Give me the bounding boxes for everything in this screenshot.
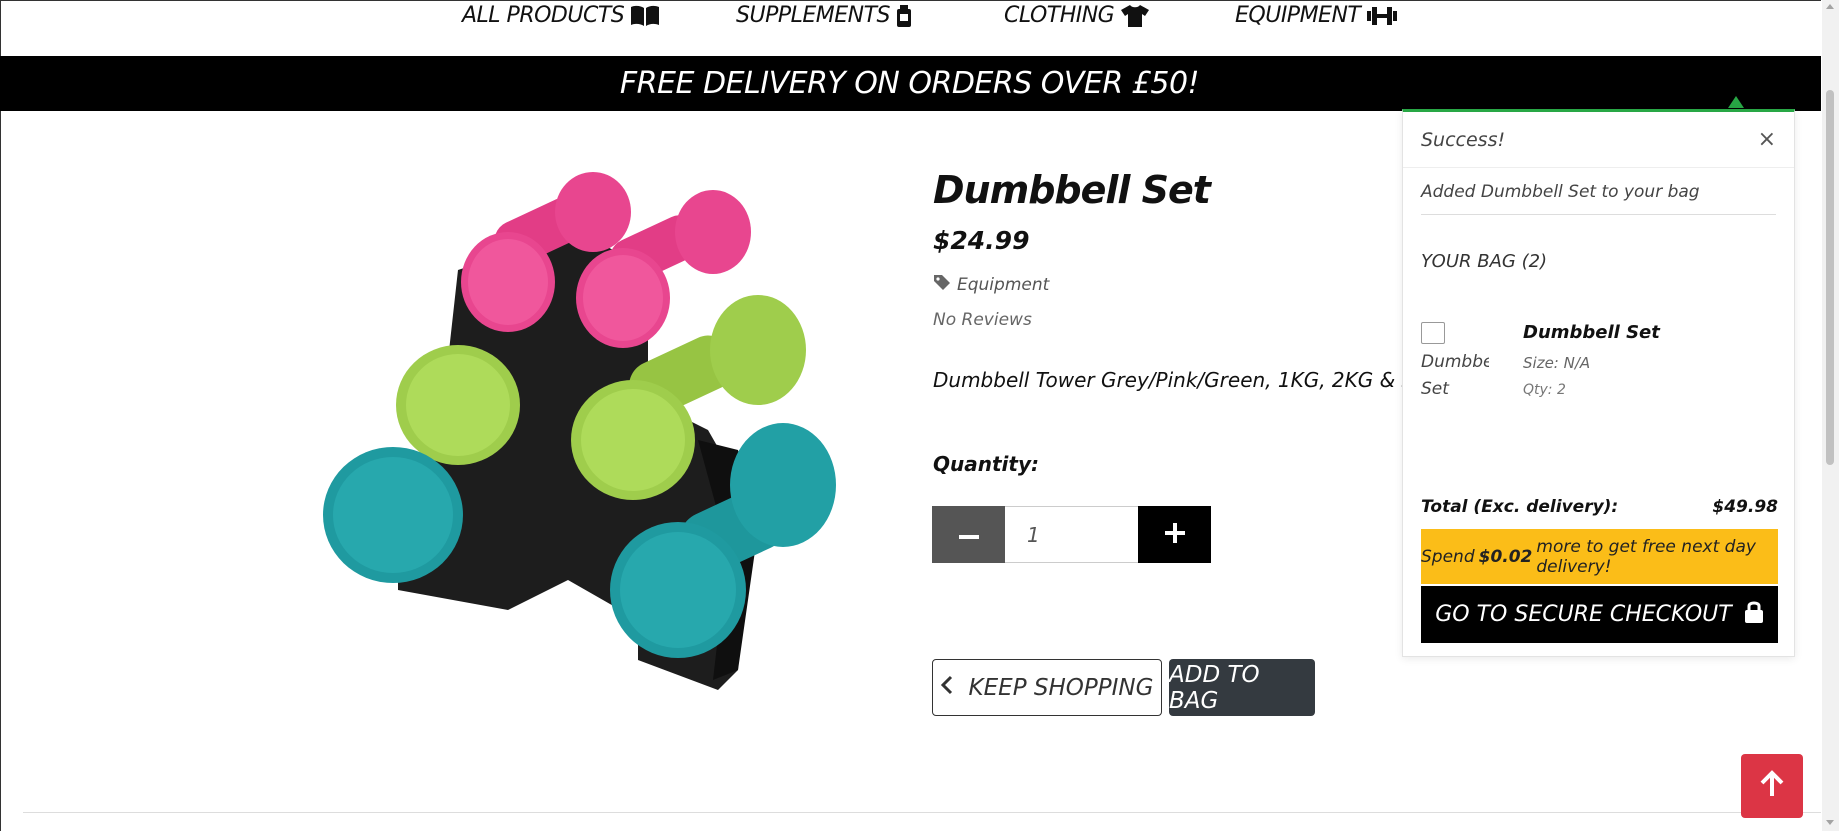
dumbbell-icon (1366, 5, 1398, 27)
free-delivery-notice: Spend $0.02 more to get free next day de… (1421, 529, 1778, 584)
product-image (318, 150, 898, 710)
keep-shopping-label: KEEP SHOPPING (968, 674, 1154, 701)
back-to-top-button[interactable] (1741, 754, 1803, 818)
nav-item-label: ALL PRODUCTS (462, 3, 625, 28)
quantity-input[interactable] (1005, 506, 1138, 563)
toast-message: Added Dumbbell Set to your bag (1421, 182, 1776, 215)
arrow-up-icon (1759, 770, 1785, 802)
bottle-icon (896, 4, 912, 28)
bag-item: Dumbbell Set Dumbbell Set Size: N/A Qty:… (1421, 322, 1781, 412)
scroll-up-arrow-icon[interactable] (1826, 4, 1834, 9)
nav-item-equipment[interactable]: EQUIPMENT (1235, 3, 1398, 28)
divider (23, 812, 1821, 813)
bag-item-name: Dumbbell Set (1523, 322, 1660, 343)
page-left-border (0, 111, 1, 831)
scroll-thumb[interactable] (1826, 90, 1834, 465)
nav-item-label: CLOTHING (1004, 3, 1115, 28)
bag-total: Total (Exc. delivery): $49.98 (1421, 497, 1778, 517)
decrement-button[interactable] (932, 506, 1005, 563)
bag-item-size: Size: N/A (1523, 354, 1591, 372)
add-to-bag-label: ADD TO BAG (1169, 661, 1260, 714)
success-toast: Success! × Added Dumbbell Set to your ba… (1402, 109, 1795, 657)
spend-post: more to get free next day delivery! (1536, 536, 1756, 577)
product-category[interactable]: Equipment (933, 274, 1049, 295)
top-nav: ALL PRODUCTS SUPPLEMENTS CLOTHING EQUIPM… (0, 0, 1821, 56)
quantity-stepper (932, 506, 1211, 563)
category-label: Equipment (957, 274, 1050, 295)
nav-item-clothing[interactable]: CLOTHING (1004, 3, 1150, 28)
scroll-down-arrow-icon[interactable] (1826, 820, 1834, 825)
lock-icon (1744, 600, 1764, 630)
quantity-label: Quantity: (933, 452, 1039, 476)
checkout-label: GO TO SECURE CHECKOUT (1435, 602, 1732, 627)
tshirt-icon (1120, 4, 1150, 28)
nav-item-label: SUPPLEMENTS (736, 3, 891, 28)
banner-text: FREE DELIVERY ON ORDERS OVER £50! (619, 66, 1200, 101)
nav-item-all-products[interactable]: ALL PRODUCTS (462, 3, 660, 28)
bag-item-image: Dumbbell Set (1421, 322, 1489, 412)
bag-item-image-alt: Dumbbell Set (1421, 352, 1489, 400)
product-title: Dumbbell Set (933, 168, 1211, 212)
total-label: Total (Exc. delivery): (1421, 497, 1619, 517)
nav-item-supplements[interactable]: SUPPLEMENTS (736, 3, 912, 28)
product-reviews: No Reviews (933, 310, 1032, 330)
scrollbar[interactable] (1822, 0, 1839, 831)
bag-heading: YOUR BAG (2) (1421, 251, 1548, 272)
toast-arrow (1728, 96, 1744, 108)
free-delivery-banner: FREE DELIVERY ON ORDERS OVER £50! (0, 56, 1821, 111)
add-to-bag-button[interactable]: ADD TO BAG (1169, 659, 1315, 716)
total-value: $49.98 (1712, 497, 1778, 517)
bag-item-qty: Qty: 2 (1523, 382, 1566, 398)
broken-image-icon (1421, 322, 1445, 344)
book-open-icon (630, 5, 660, 27)
toast-title: Success! (1421, 128, 1506, 151)
spend-amount: $0.02 (1478, 546, 1533, 567)
increment-button[interactable] (1138, 506, 1211, 563)
toast-header: Success! × (1403, 112, 1794, 168)
chevron-left-icon (940, 675, 953, 701)
tag-icon (933, 274, 951, 295)
plus-icon (1164, 523, 1185, 546)
minus-icon (958, 527, 979, 542)
spend-pre: Spend (1421, 546, 1475, 567)
product-price: $24.99 (933, 226, 1030, 255)
keep-shopping-button[interactable]: KEEP SHOPPING (932, 659, 1162, 716)
nav-item-label: EQUIPMENT (1235, 3, 1361, 28)
secure-checkout-button[interactable]: GO TO SECURE CHECKOUT (1421, 586, 1778, 643)
close-icon[interactable]: × (1758, 127, 1776, 152)
